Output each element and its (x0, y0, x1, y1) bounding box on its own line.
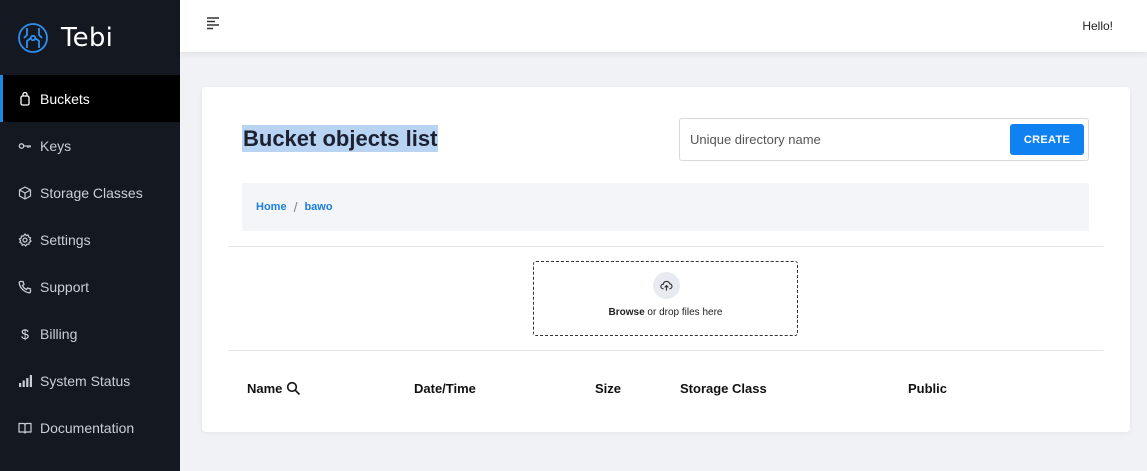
sidebar: Tebi Buckets Keys Storage Classes Settin… (0, 0, 180, 471)
sidebar-nav: Buckets Keys Storage Classes Settings Su… (0, 75, 180, 451)
divider (228, 350, 1103, 351)
column-label: Name (247, 381, 283, 396)
brand-name: Tebi (61, 22, 113, 53)
greeting-text: Hello! (1082, 19, 1113, 33)
column-label: Date/Time (414, 381, 476, 396)
sidebar-item-billing[interactable]: $ Billing (0, 310, 180, 357)
book-icon (18, 421, 32, 435)
cube-icon (18, 185, 32, 200)
column-header-public[interactable]: Public (908, 381, 947, 396)
objects-table-header: Name Date/Time Size Storage Class Public (202, 381, 1130, 401)
sidebar-item-storage-classes[interactable]: Storage Classes (0, 169, 180, 216)
column-label: Storage Class (680, 381, 767, 396)
create-button[interactable]: CREATE (1010, 124, 1084, 155)
sidebar-item-buckets[interactable]: Buckets (0, 75, 180, 122)
directory-name-input[interactable] (680, 119, 1000, 160)
column-header-date-time[interactable]: Date/Time (414, 381, 476, 396)
column-header-name[interactable]: Name (247, 381, 301, 396)
gear-icon (18, 232, 32, 247)
sidebar-item-label: Billing (40, 325, 78, 342)
column-label: Public (908, 381, 948, 396)
menu-toggle-icon[interactable] (206, 16, 220, 30)
dropzone-hint: or drop files here (644, 307, 723, 318)
sidebar-item-label: Support (40, 278, 90, 295)
sidebar-item-support[interactable]: Support (0, 263, 180, 310)
search-icon[interactable] (286, 381, 301, 396)
page-title: Bucket objects list (242, 125, 439, 152)
top-bar: Hello! (180, 0, 1147, 52)
sidebar-item-documentation[interactable]: Documentation (0, 404, 180, 451)
bucket-objects-card: Bucket objects list CREATE Home / bawo B… (202, 87, 1130, 432)
divider (228, 246, 1103, 247)
bucket-icon (18, 91, 32, 106)
sidebar-item-label: System Status (40, 372, 131, 389)
sidebar-item-system-status[interactable]: System Status (0, 357, 180, 404)
new-directory-form: CREATE (679, 118, 1089, 161)
column-header-storage-class[interactable]: Storage Class (680, 381, 767, 396)
key-icon (18, 139, 32, 153)
signal-bars-icon (18, 374, 32, 388)
dropzone-text: Browse or drop files here (534, 307, 797, 318)
breadcrumb-bucket[interactable]: bawo (304, 201, 332, 213)
sidebar-item-label: Keys (40, 137, 72, 154)
sidebar-item-label: Settings (40, 231, 91, 248)
column-header-size[interactable]: Size (595, 381, 621, 396)
sidebar-item-settings[interactable]: Settings (0, 216, 180, 263)
upload-icon (653, 272, 680, 299)
phone-icon (18, 280, 32, 294)
breadcrumb-separator: / (293, 199, 298, 215)
sidebar-item-label: Storage Classes (40, 184, 143, 201)
file-dropzone[interactable]: Browse or drop files here (533, 261, 798, 336)
brand[interactable]: Tebi (0, 0, 180, 75)
sidebar-item-label: Buckets (40, 90, 90, 107)
sidebar-item-label: Documentation (40, 419, 135, 436)
breadcrumb-home[interactable]: Home (256, 201, 287, 213)
tebi-logo-icon (18, 22, 48, 53)
breadcrumb: Home / bawo (242, 183, 1089, 231)
browse-link[interactable]: Browse (609, 307, 645, 318)
dollar-icon: $ (21, 325, 29, 342)
column-label: Size (595, 381, 622, 396)
sidebar-item-keys[interactable]: Keys (0, 122, 180, 169)
